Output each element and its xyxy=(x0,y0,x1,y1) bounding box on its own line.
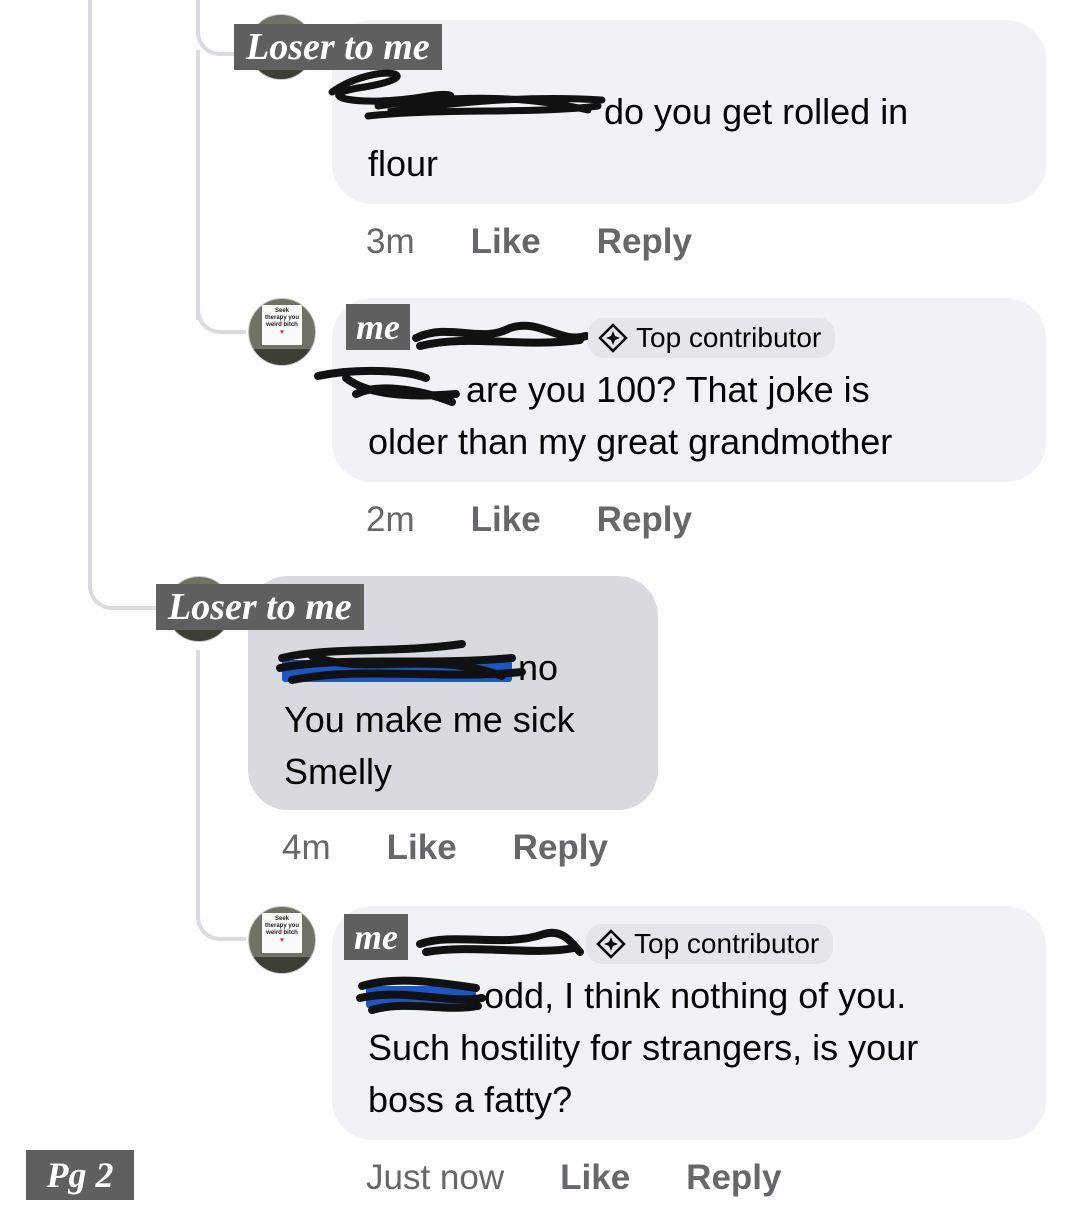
timestamp: 3m xyxy=(366,222,415,261)
avatar-sign: Seek therapy you weird bitch ♥ xyxy=(262,305,302,345)
comment-line: odd, I think nothing of you. xyxy=(484,975,907,1016)
page-label: Pg 2 xyxy=(26,1150,134,1200)
heart-icon: ♥ xyxy=(279,937,285,944)
redaction-scribble xyxy=(412,321,590,350)
avatar-sign-line: weird bitch xyxy=(266,322,298,328)
comment-line: You make me sick xyxy=(284,699,575,740)
redaction-scribble xyxy=(416,928,584,956)
avatar-sign-line: therapy you xyxy=(264,923,299,929)
top-contributor-badge: Top contributor xyxy=(586,924,834,964)
like-button[interactable]: Like xyxy=(560,1158,630,1198)
heart-icon: ♥ xyxy=(279,329,285,336)
comment-line: Such hostility for strangers, is your xyxy=(368,1027,919,1068)
comment-actions: 4m Like Reply xyxy=(282,828,664,868)
reply-button[interactable]: Reply xyxy=(597,500,692,540)
like-button[interactable]: Like xyxy=(387,828,457,868)
avatar-sign-line: Seek xyxy=(274,308,289,314)
comment-actions: Just now Like Reply xyxy=(366,1158,837,1198)
comment-line: flour xyxy=(368,143,439,184)
author-tag: me xyxy=(346,304,410,350)
reply-button[interactable]: Reply xyxy=(686,1158,781,1198)
timestamp: 2m xyxy=(366,500,415,539)
author-tag: me xyxy=(344,914,408,960)
thread-curve-outer xyxy=(88,570,162,610)
comment-line: are you 100? That joke is xyxy=(466,369,870,410)
like-button[interactable]: Like xyxy=(471,500,541,540)
avatar-sign: Seek therapy you weird bitch ♥ xyxy=(262,913,302,953)
comment-text: no You make me sick Smelly xyxy=(284,642,575,798)
comment-line: boss a fatty? xyxy=(368,1079,573,1120)
thread-curve-3 xyxy=(196,905,246,941)
comment-line: older than my great grandmother xyxy=(368,421,893,462)
like-button[interactable]: Like xyxy=(471,222,541,262)
avatar[interactable]: Seek therapy you weird bitch ♥ xyxy=(248,298,316,366)
avatar-sign-line: Seek xyxy=(274,916,289,922)
comment-text: are you 100? That joke is older than my … xyxy=(368,364,892,468)
author-tag: Loser to me xyxy=(156,584,364,630)
timestamp: Just now xyxy=(366,1158,505,1197)
comment-line: do you get rolled in xyxy=(604,91,909,132)
badge-label: Top contributor xyxy=(634,928,820,959)
avatar-sign-line: weird bitch xyxy=(266,930,298,936)
thread-line-inner-2 xyxy=(196,50,200,320)
comment-actions: 2m Like Reply xyxy=(366,500,748,540)
author-tag: Loser to me xyxy=(234,24,442,70)
thread-curve-2 xyxy=(196,300,246,334)
reply-button[interactable]: Reply xyxy=(513,828,608,868)
reply-button[interactable]: Reply xyxy=(597,222,692,262)
avatar[interactable]: Seek therapy you weird bitch ♥ xyxy=(248,906,316,974)
top-contributor-icon xyxy=(598,323,628,353)
avatar-background xyxy=(249,349,315,365)
avatar-sign-line: therapy you xyxy=(264,315,299,321)
thread-line-outer xyxy=(88,0,92,580)
comment-actions: 3m Like Reply xyxy=(366,222,748,262)
thread-line-inner-3 xyxy=(196,650,200,920)
comment-text: do you get rolled in flour xyxy=(368,86,908,190)
timestamp: 4m xyxy=(282,828,331,867)
comment-text: odd, I think nothing of you. Such hostil… xyxy=(368,970,918,1126)
avatar-background xyxy=(249,957,315,973)
comment-line: Smelly xyxy=(284,751,393,792)
top-contributor-badge: Top contributor xyxy=(588,318,836,358)
comment-line: no xyxy=(518,647,559,688)
badge-label: Top contributor xyxy=(636,322,822,353)
top-contributor-icon xyxy=(596,929,626,959)
